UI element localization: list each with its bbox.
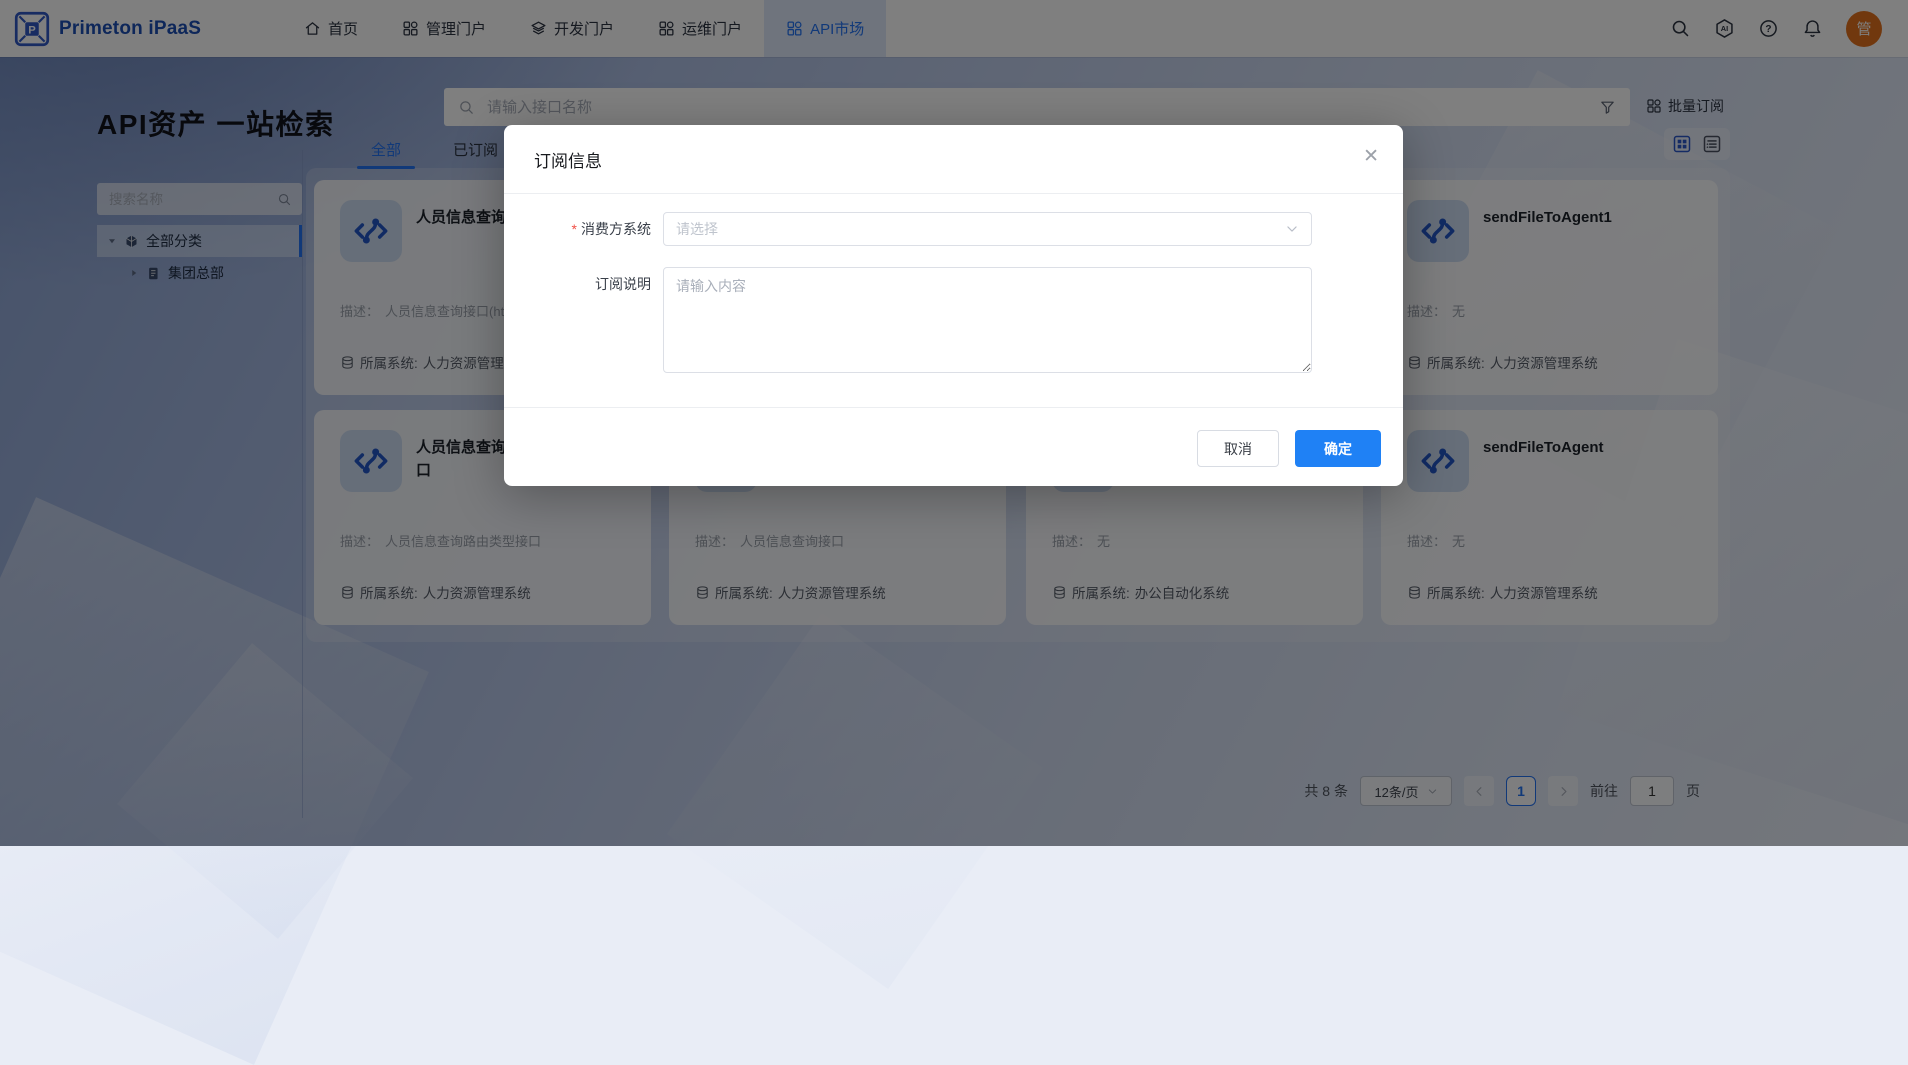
chevron-down-icon [1285,222,1299,236]
cancel-label: 取消 [1224,439,1252,459]
select-placeholder: 请选择 [676,219,718,239]
subscription-note-textarea[interactable] [663,267,1312,373]
close-icon[interactable]: ✕ [1363,147,1379,166]
consumer-system-label: *消费方系统 [504,212,651,246]
subscription-modal: 订阅信息 ✕ *消费方系统 请选择 订阅说明 取消 确定 [504,125,1403,486]
label-text: 消费方系统 [581,221,651,237]
confirm-button[interactable]: 确定 [1295,430,1381,467]
subscription-note-label: 订阅说明 [504,267,651,301]
modal-header-divider [504,193,1403,194]
consumer-system-select[interactable]: 请选择 [663,212,1312,246]
required-asterisk: * [572,221,577,237]
modal-title: 订阅信息 [534,125,602,193]
modal-footer-divider [504,407,1403,408]
confirm-label: 确定 [1324,439,1352,459]
label-text: 订阅说明 [595,276,651,292]
cancel-button[interactable]: 取消 [1197,430,1279,467]
